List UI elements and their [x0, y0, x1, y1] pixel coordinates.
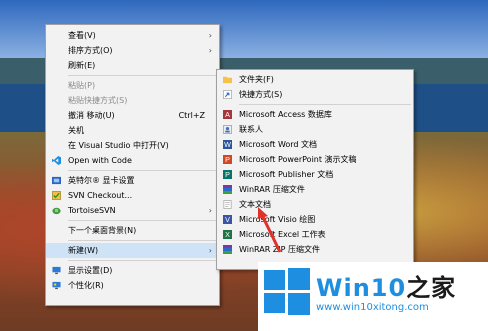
menu-item-label: 英特尔® 显卡设置 — [68, 176, 135, 185]
new-publisher-document[interactable]: P Microsoft Publisher 文档 — [217, 167, 413, 182]
new-visio-drawing[interactable]: V Microsoft Visio 绘图 — [217, 212, 413, 227]
menu-item-label: 排序方式(O) — [68, 46, 113, 55]
windows-logo-icon — [264, 268, 310, 315]
menu-separator — [68, 220, 217, 221]
menu-item-new[interactable]: 新建(W) › — [46, 243, 219, 258]
new-winrar-archive[interactable]: WinRAR 压缩文件 — [217, 182, 413, 197]
folder-icon — [223, 76, 232, 84]
submenu-item-label: Microsoft Excel 工作表 — [239, 230, 326, 239]
menu-item-refresh[interactable]: 刷新(E) — [46, 58, 219, 73]
menu-separator — [68, 260, 217, 261]
powerpoint-icon: P — [223, 155, 232, 164]
menu-item-label: 下一个桌面背景(N) — [68, 226, 137, 235]
word-icon: W — [223, 140, 232, 149]
contact-icon — [223, 125, 232, 134]
chevron-right-icon: › — [208, 206, 212, 215]
submenu-item-label: 文本文档 — [239, 200, 271, 209]
svg-text:V: V — [225, 215, 230, 224]
svg-text:W: W — [224, 140, 231, 149]
new-powerpoint-presentation[interactable]: P Microsoft PowerPoint 演示文稿 — [217, 152, 413, 167]
watermark-brand-prefix: Win10 — [316, 274, 407, 302]
menu-item-label: 撤消 移动(U) — [68, 111, 115, 120]
menu-item-label: SVN Checkout... — [68, 191, 133, 200]
menu-item-label: 个性化(R) — [68, 281, 104, 290]
svg-text:P: P — [225, 170, 230, 179]
svg-text:A: A — [225, 110, 230, 119]
menu-item-paste: 粘贴(P) — [46, 78, 219, 93]
new-word-document[interactable]: W Microsoft Word 文档 — [217, 137, 413, 152]
watermark-brand-suffix: 之家 — [406, 274, 457, 302]
new-submenu: 文件夹(F) 快捷方式(S) A Microsoft Access 数据库 联系… — [216, 69, 414, 270]
menu-item-paste-shortcut: 粘贴快捷方式(S) — [46, 93, 219, 108]
menu-item-display-settings[interactable]: 显示设置(D) — [46, 263, 219, 278]
winrar-zip-icon — [223, 245, 232, 254]
publisher-icon: P — [223, 170, 232, 179]
new-access-database[interactable]: A Microsoft Access 数据库 — [217, 107, 413, 122]
submenu-item-label: Microsoft Publisher 文档 — [239, 170, 334, 179]
submenu-item-label: WinRAR ZIP 压缩文件 — [239, 245, 321, 254]
menu-item-sort-by[interactable]: 排序方式(O) › — [46, 43, 219, 58]
menu-item-open-in-visual-studio[interactable]: 在 Visual Studio 中打开(V) — [46, 138, 219, 153]
menu-item-label: TortoiseSVN — [68, 206, 116, 215]
menu-item-label: 新建(W) — [68, 246, 99, 255]
menu-separator — [68, 240, 217, 241]
menu-item-label: 粘贴(P) — [68, 81, 96, 90]
menu-item-label: 粘贴快捷方式(S) — [68, 96, 128, 105]
chevron-right-icon: › — [208, 246, 212, 255]
submenu-item-label: WinRAR 压缩文件 — [239, 185, 305, 194]
chevron-right-icon: › — [208, 46, 212, 55]
menu-item-svn-checkout[interactable]: SVN Checkout... — [46, 188, 219, 203]
vscode-icon — [52, 156, 61, 165]
chevron-right-icon: › — [208, 31, 212, 40]
watermark-logo: Win10之家 www.win10xitong.com — [258, 262, 488, 331]
submenu-item-label: 快捷方式(S) — [239, 90, 283, 99]
menu-item-undo-move[interactable]: 撤消 移动(U) Ctrl+Z — [46, 108, 219, 123]
menu-item-open-with-code[interactable]: Open with Code — [46, 153, 219, 168]
menu-item-label: 刷新(E) — [68, 61, 96, 70]
personalize-icon — [52, 281, 61, 290]
shortcut-icon — [223, 90, 232, 99]
visio-icon: V — [223, 215, 232, 224]
svg-text:X: X — [225, 230, 230, 239]
menu-item-tortoisesvn[interactable]: TortoiseSVN › — [46, 203, 219, 218]
menu-item-intel-graphics[interactable]: 英特尔® 显卡设置 — [46, 173, 219, 188]
watermark-url: www.win10xitong.com — [316, 302, 429, 313]
menu-separator — [68, 170, 217, 171]
submenu-item-label: Microsoft Word 文档 — [239, 140, 318, 149]
menu-item-label: Open with Code — [68, 156, 132, 165]
submenu-item-label: Microsoft Visio 绘图 — [239, 215, 316, 224]
submenu-item-label: 联系人 — [239, 125, 263, 134]
menu-item-shutdown[interactable]: 关机 — [46, 123, 219, 138]
menu-item-label: 在 Visual Studio 中打开(V) — [68, 141, 169, 150]
menu-item-label: 显示设置(D) — [68, 266, 113, 275]
new-contact[interactable]: 联系人 — [217, 122, 413, 137]
menu-item-personalize[interactable]: 个性化(R) — [46, 278, 219, 293]
submenu-item-label: Microsoft PowerPoint 演示文稿 — [239, 155, 357, 164]
menu-item-next-background[interactable]: 下一个桌面背景(N) — [46, 223, 219, 238]
desktop-context-menu: 查看(V) › 排序方式(O) › 刷新(E) 粘贴(P) 粘贴快捷方式(S) … — [45, 24, 220, 306]
new-folder[interactable]: 文件夹(F) — [217, 72, 413, 87]
access-icon: A — [223, 110, 232, 119]
excel-icon: X — [223, 230, 232, 239]
menu-item-shortcut: Ctrl+Z — [178, 111, 205, 120]
watermark-brand: Win10之家 — [316, 268, 456, 303]
display-settings-icon — [52, 266, 61, 275]
new-winrar-zip-archive[interactable]: WinRAR ZIP 压缩文件 — [217, 242, 413, 257]
submenu-item-label: Microsoft Access 数据库 — [239, 110, 332, 119]
tortoisesvn-icon — [52, 207, 61, 215]
menu-separator — [68, 75, 217, 76]
menu-item-view[interactable]: 查看(V) › — [46, 28, 219, 43]
new-excel-worksheet[interactable]: X Microsoft Excel 工作表 — [217, 227, 413, 242]
winrar-icon — [223, 185, 232, 194]
intel-graphics-icon — [52, 176, 61, 185]
menu-item-label: 查看(V) — [68, 31, 96, 40]
menu-separator — [239, 104, 411, 105]
text-document-icon — [223, 200, 232, 209]
menu-item-label: 关机 — [68, 126, 84, 135]
svn-checkout-icon — [52, 191, 61, 200]
svg-text:P: P — [225, 155, 230, 164]
new-shortcut[interactable]: 快捷方式(S) — [217, 87, 413, 102]
new-text-document[interactable]: 文本文档 — [217, 197, 413, 212]
submenu-item-label: 文件夹(F) — [239, 75, 274, 84]
